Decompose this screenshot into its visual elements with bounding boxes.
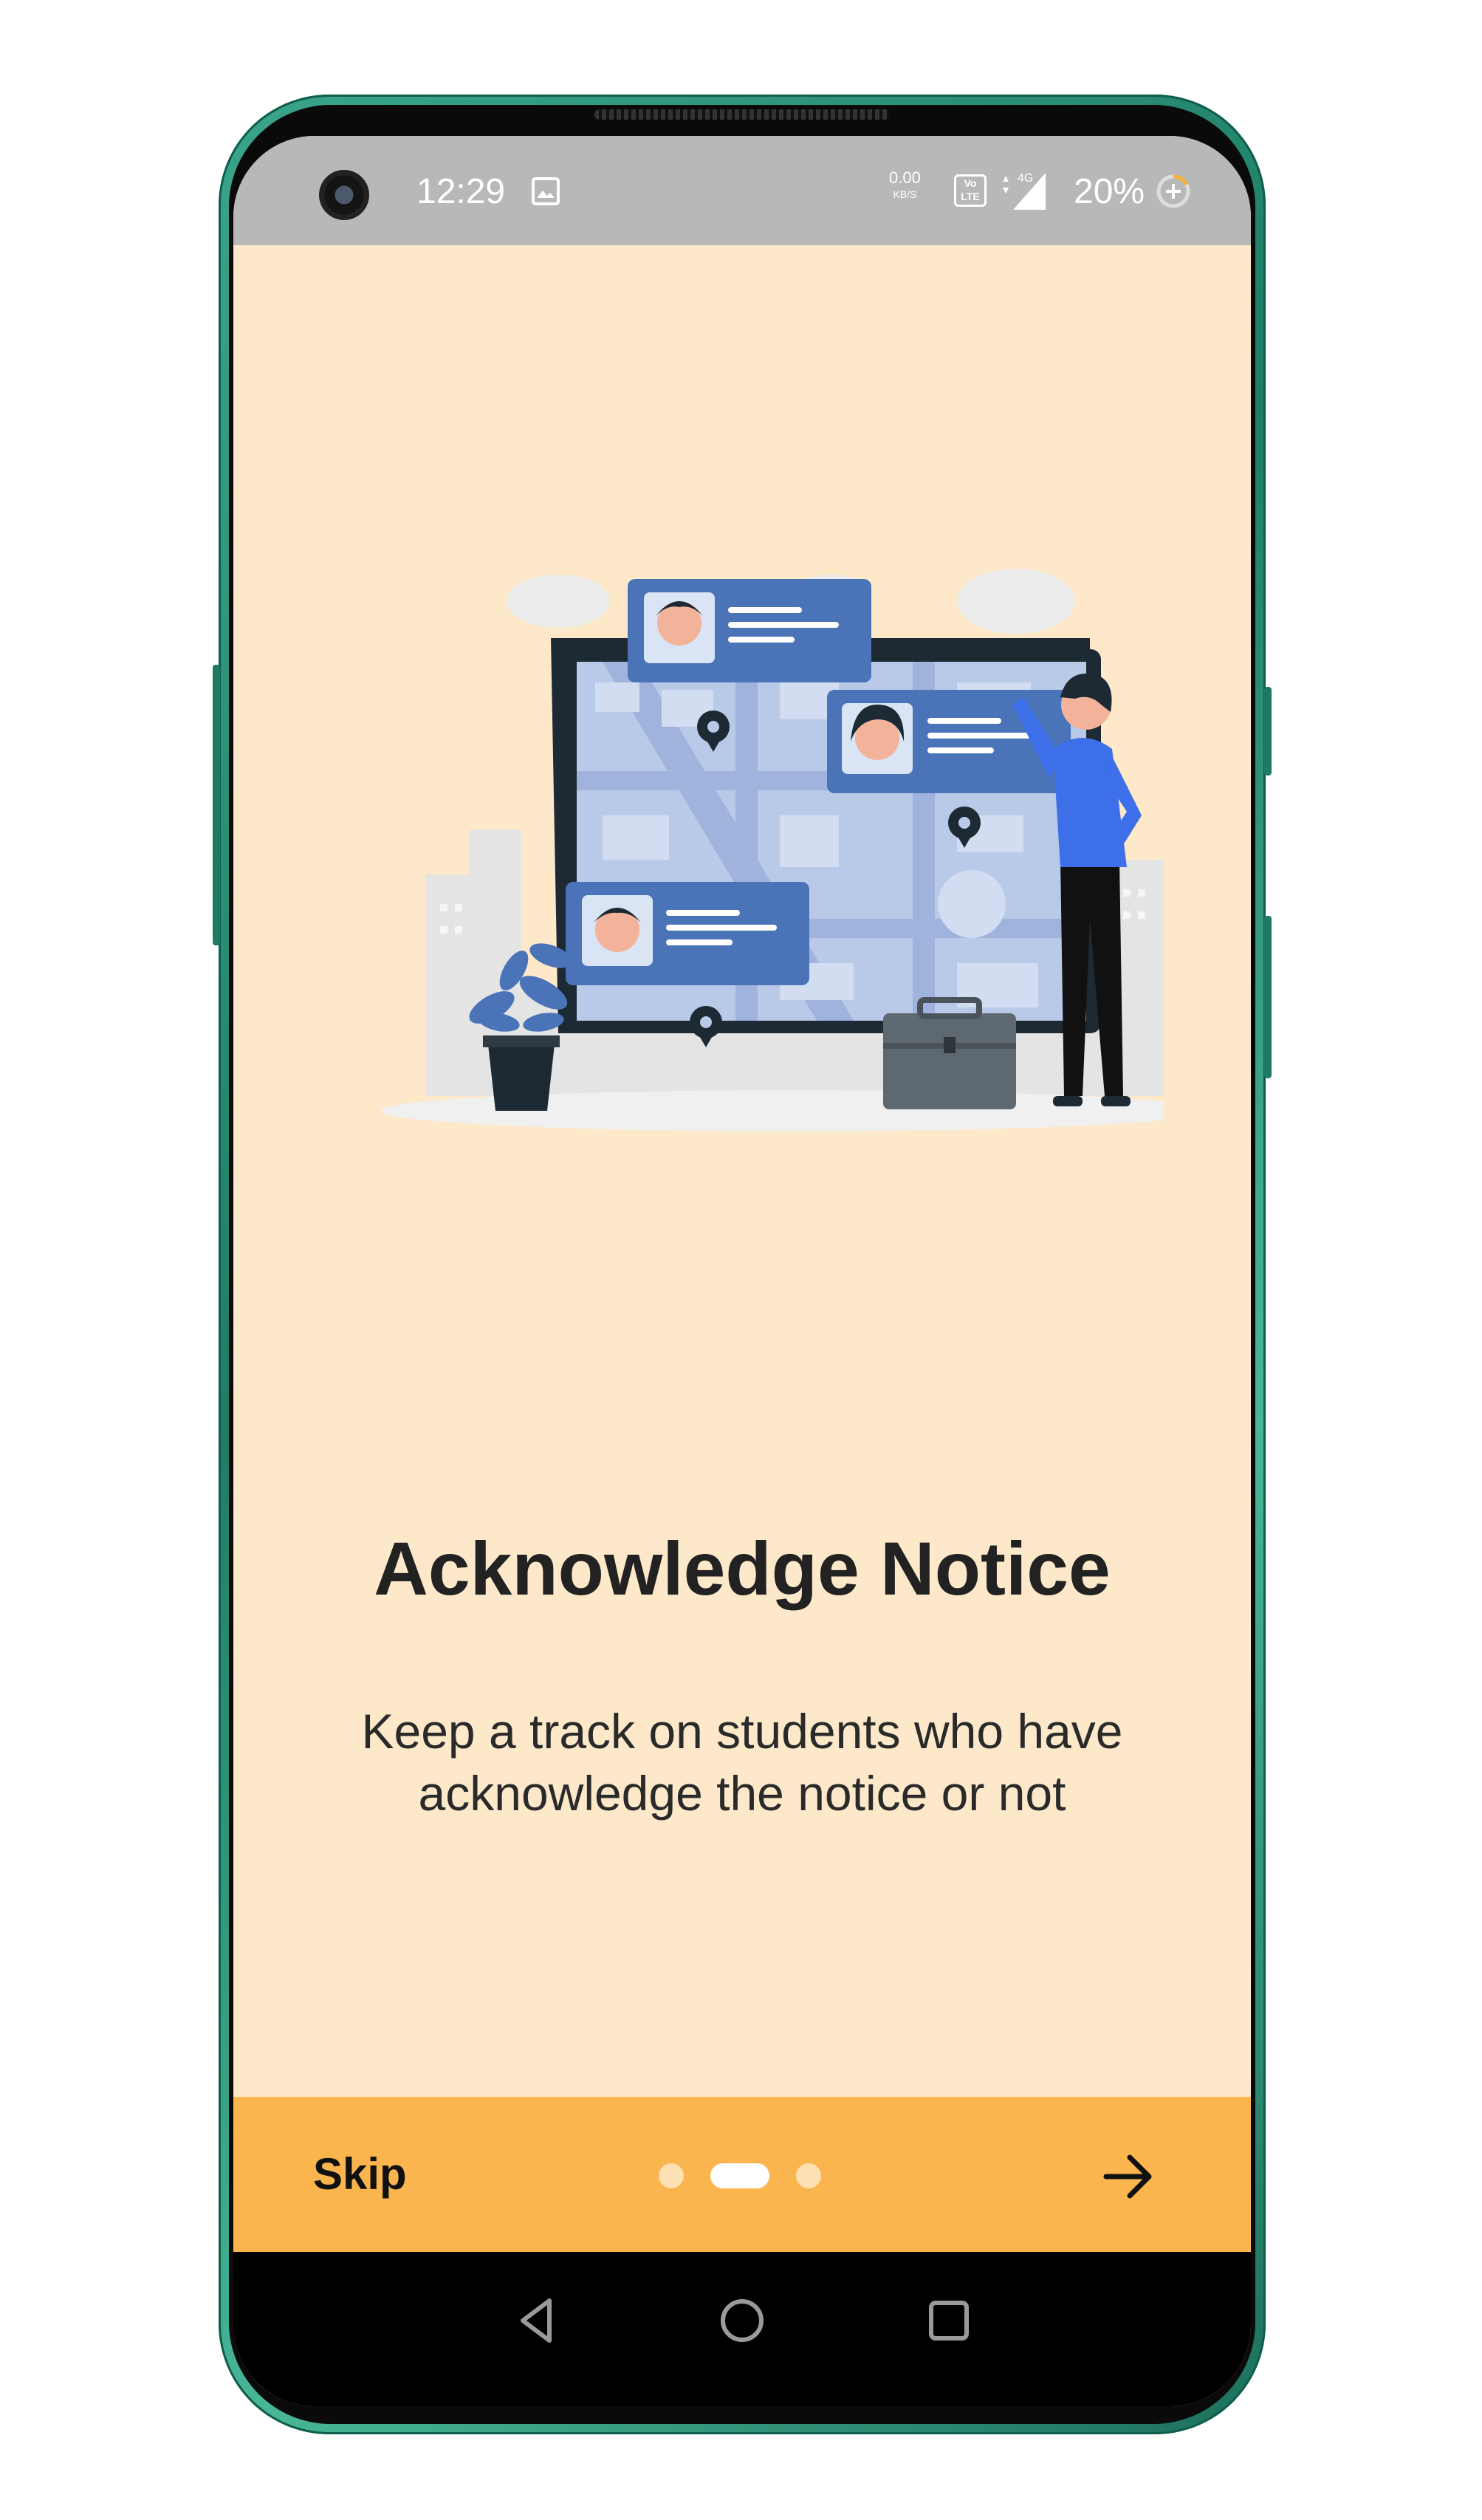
map-tracking-illustration [381,569,1164,1131]
camera-icon [319,170,369,220]
battery-icon [1155,173,1192,210]
skip-button[interactable]: Skip [313,2148,407,2199]
recents-icon[interactable] [916,2287,982,2354]
arrow-right-icon[interactable] [1091,2140,1165,2213]
home-icon[interactable] [709,2287,775,2354]
page-dot-active[interactable] [710,2163,769,2188]
network-speed-unit: KB/S [893,188,917,200]
page-indicator [659,2162,821,2188]
briefcase-icon [883,997,1016,1109]
signal-icon: 4G [998,168,1050,211]
status-bar: 12:29 0.00 KB/S Vo LTE 4G 20% [233,136,1251,245]
earpiece-speaker [594,109,890,120]
network-speed-value: 0.00 [889,168,921,187]
onboarding-description: Keep a track on students who have acknow… [361,1704,1123,1821]
cloud [957,569,1075,634]
screen: 12:29 0.00 KB/S Vo LTE 4G 20% Acknowledg… [233,136,1251,2406]
side-button [1264,687,1272,775]
battery-percent: 20% [1074,172,1145,211]
system-nav-bar [233,2252,1251,2406]
network-type: 4G [1018,172,1033,185]
back-icon[interactable] [505,2287,572,2354]
onboarding-title: Acknowledge Notice [374,1527,1111,1611]
network-speed: 0.00 KB/S [889,170,921,202]
side-button [1264,916,1272,1078]
volte-label: Vo LTE [961,177,980,202]
page-dot[interactable] [796,2163,821,2188]
cloud [507,575,610,628]
volte-icon: Vo LTE [954,174,987,207]
gallery-icon [532,177,560,205]
status-time: 12:29 [416,172,506,211]
side-button [213,665,220,945]
page-dot[interactable] [659,2163,684,2188]
onboarding-action-bar: Skip [233,2097,1251,2252]
